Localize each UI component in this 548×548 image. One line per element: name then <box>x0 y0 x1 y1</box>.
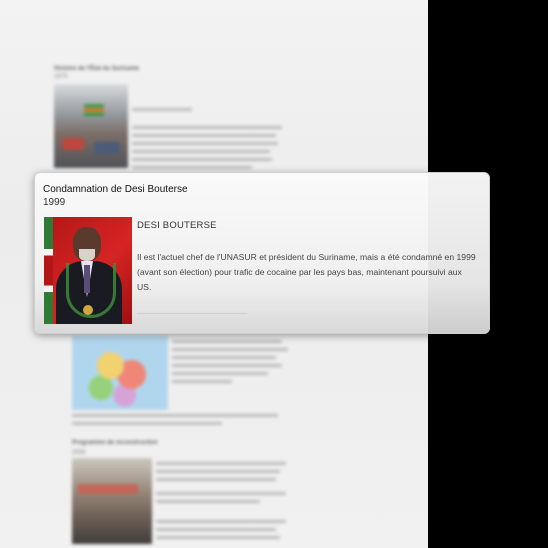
street-photo <box>54 84 128 168</box>
screen: Histoire de l'État du Suriname 1975 Prog… <box>0 0 548 548</box>
bg-section-heading-2: Programme de reconstruction <box>72 440 158 446</box>
event-description: Il est l'actuel chef de l'UNASUR et prés… <box>137 252 476 292</box>
event-year: 1999 <box>43 197 66 208</box>
bg-section-year-2: 2008 <box>72 450 86 456</box>
event-title: Condamnation de Desi Bouterse <box>43 184 188 195</box>
event-detail-card[interactable]: Condamnation de Desi Bouterse 1999 DESI … <box>34 172 490 334</box>
portrait-image <box>44 217 132 324</box>
map-image <box>72 336 168 410</box>
person-name: DESI BOUTERSE <box>137 220 217 231</box>
card-divider <box>137 313 247 314</box>
market-photo <box>72 458 152 544</box>
bg-section-heading: Histoire de l'État du Suriname <box>54 66 140 72</box>
bg-section-year: 1975 <box>54 74 68 80</box>
